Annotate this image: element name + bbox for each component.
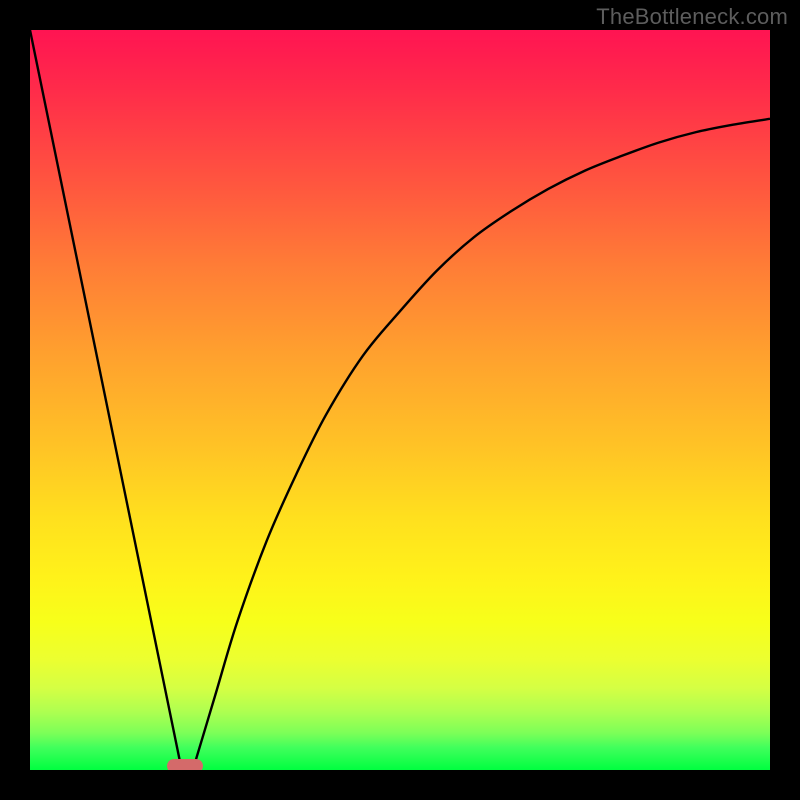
right-branch-line [193,119,770,770]
left-branch-line [30,30,182,770]
chart-frame: TheBottleneck.com [0,0,800,800]
plot-area [30,30,770,770]
curve-layer [30,30,770,770]
bottleneck-marker [167,759,203,770]
watermark-label: TheBottleneck.com [596,4,788,30]
